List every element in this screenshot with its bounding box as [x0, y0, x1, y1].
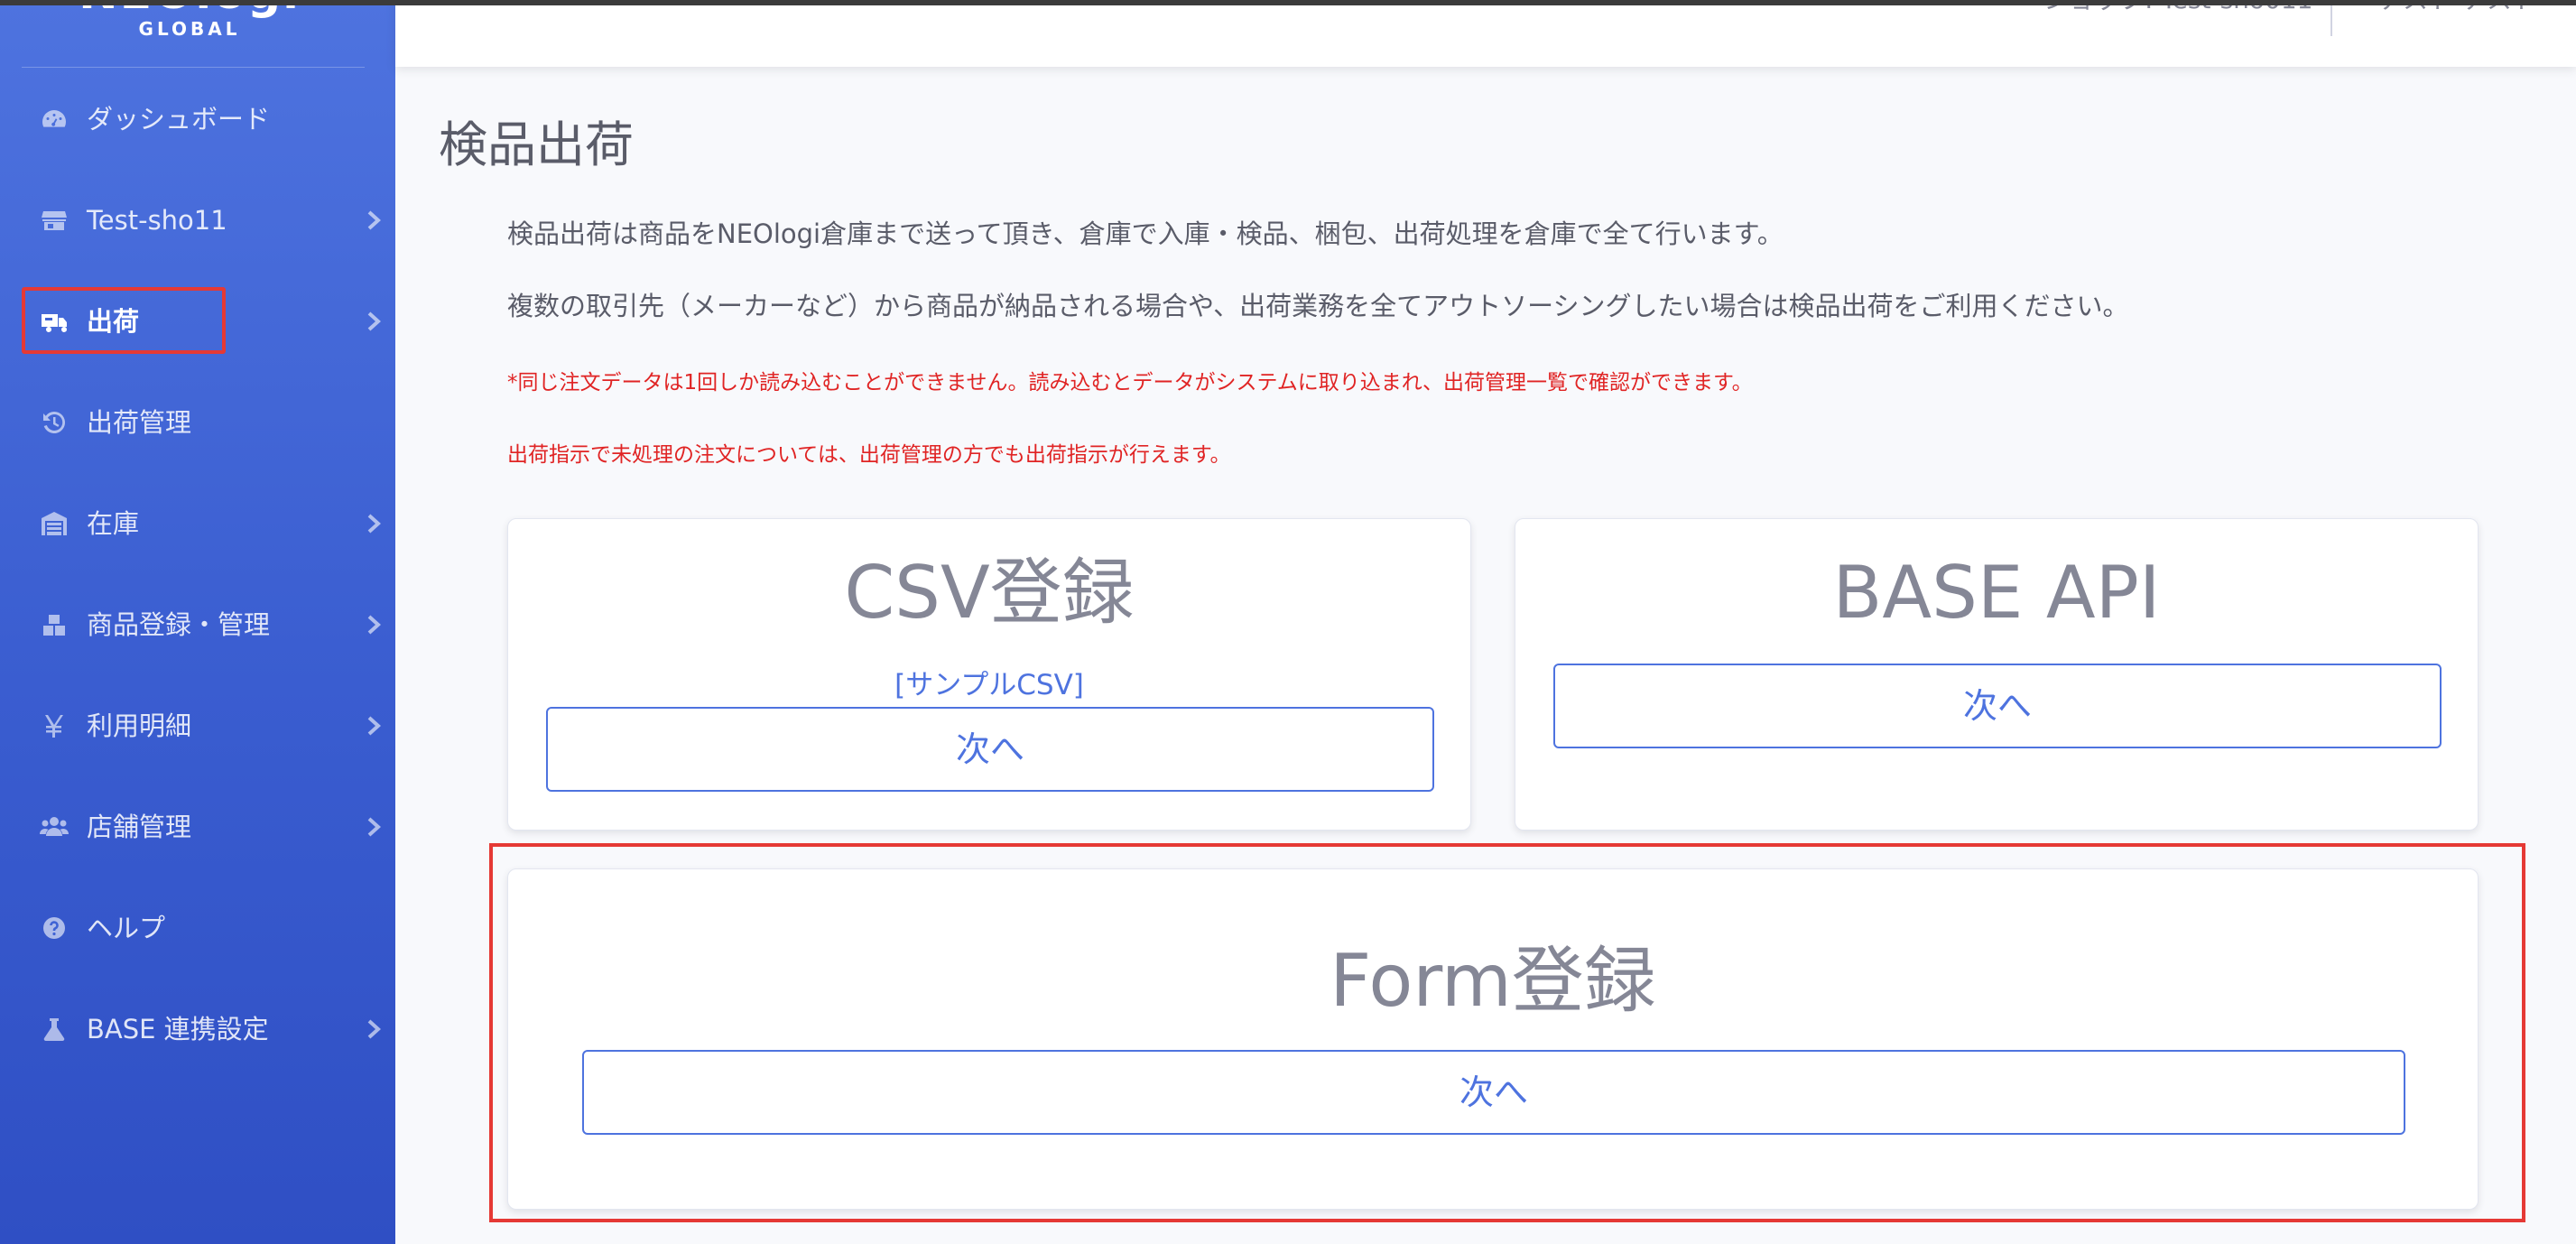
description-text: 複数の取引先（メーカーなど）から商品が納品される場合や、出荷業務を全てアウトソー… [507, 291, 2129, 321]
sidebar: NEOlogi GLOBAL ダッシュボード Test-sho11 出荷 [0, 0, 395, 1244]
sidebar-item-billing[interactable]: 利用明細 [0, 690, 395, 762]
sidebar-item-label: 商品登録・管理 [87, 609, 271, 640]
sidebar-item-shop[interactable]: Test-sho11 [0, 184, 395, 256]
chevron-right-icon [365, 816, 383, 838]
chevron-right-icon [365, 614, 383, 636]
form-highlight-box [489, 843, 2525, 1222]
base-api-next-button[interactable]: 次へ [1553, 664, 2442, 748]
sidebar-item-store-management[interactable]: 店舗管理 [0, 791, 395, 863]
chevron-right-icon [365, 311, 383, 332]
history-icon [40, 408, 69, 437]
base-api-card: BASE API 次へ [1515, 518, 2479, 831]
base-link-icon [40, 1015, 69, 1044]
sidebar-item-base-settings[interactable]: BASE 連携設定 [0, 993, 395, 1065]
users-icon [40, 812, 69, 841]
sidebar-item-label: 店舗管理 [87, 812, 192, 842]
question-circle-icon [40, 914, 69, 942]
sidebar-item-label: 利用明細 [87, 710, 192, 741]
chevron-right-icon [365, 1018, 383, 1040]
sidebar-item-label: ヘルプ [87, 913, 166, 943]
warning-note: *同じ注文データは1回しか読み込むことができません。読み込むとデータがシステムに… [507, 371, 1753, 395]
boxes-icon [40, 610, 69, 639]
store-icon [40, 206, 69, 235]
window-top-edge [0, 0, 2576, 5]
csv-next-button[interactable]: 次へ [546, 707, 1434, 792]
chevron-right-icon [365, 513, 383, 534]
sidebar-item-products[interactable]: 商品登録・管理 [0, 589, 395, 661]
topbar-divider [2330, 0, 2332, 36]
sidebar-item-shipping-management[interactable]: 出荷管理 [0, 386, 395, 459]
sidebar-highlight-box [22, 287, 226, 354]
sidebar-item-label: ダッシュボード [87, 104, 271, 135]
sidebar-item-label: 出荷管理 [87, 407, 192, 438]
brand-logo[interactable]: NEOlogi GLOBAL [0, 0, 395, 67]
brand-sub-text: GLOBAL [138, 18, 241, 40]
topbar: ショップ: Test-sho011 テスト テスト [395, 0, 2576, 67]
sample-csv-link[interactable]: [サンプルCSV] [508, 662, 1470, 702]
page-title: 検品出荷 [439, 116, 634, 173]
dashboard-icon [40, 105, 69, 134]
sidebar-item-help[interactable]: ヘルプ [0, 892, 395, 964]
chevron-right-icon [365, 715, 383, 737]
card-title: CSV登録 [844, 551, 1135, 635]
description-text: 検品出荷は商品をNEOlogi倉庫まで送って頂き、倉庫で入庫・検品、梱包、出荷処… [507, 218, 1784, 249]
warehouse-icon [40, 509, 69, 538]
sidebar-item-dashboard[interactable]: ダッシュボード [0, 83, 395, 155]
card-title: BASE API [1832, 551, 2161, 635]
yen-icon [40, 711, 69, 740]
csv-register-card: CSV登録 [サンプルCSV] 次へ [507, 518, 1471, 831]
sidebar-item-label: 在庫 [87, 508, 140, 539]
sidebar-item-label: BASE 連携設定 [87, 1014, 269, 1044]
sidebar-item-inventory[interactable]: 在庫 [0, 487, 395, 560]
sidebar-item-label: Test-sho11 [87, 205, 227, 236]
sidebar-divider [22, 67, 365, 68]
warning-note: 出荷指示で未処理の注文については、出荷管理の方でも出荷指示が行えます。 [507, 443, 1231, 467]
chevron-right-icon [365, 209, 383, 231]
